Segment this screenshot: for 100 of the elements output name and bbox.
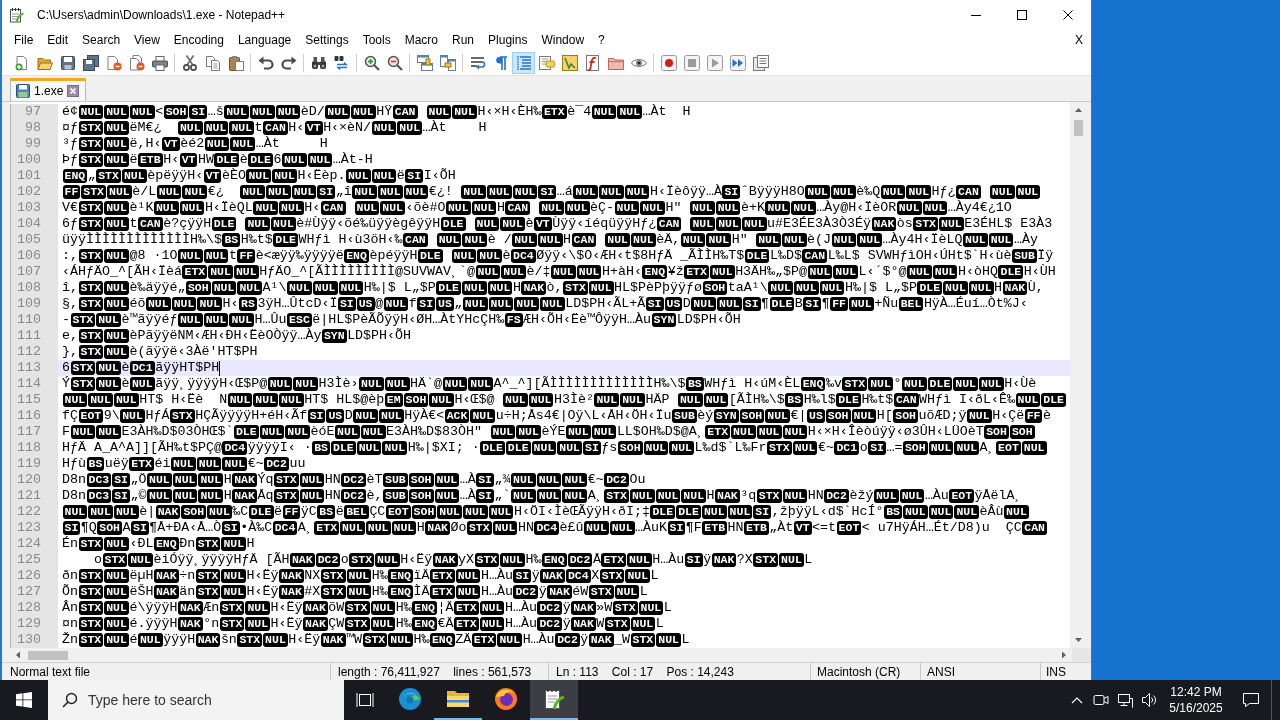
line-text: ÆH‹ÕH‹Ëè™ÔÿÿH…Àu: [523, 312, 652, 328]
control-character: NUL: [591, 105, 617, 119]
control-character: NUL: [968, 281, 994, 295]
close-tab-icon[interactable]: [67, 85, 80, 97]
line-text: ÿ: [580, 632, 589, 648]
line-text: f: [408, 296, 417, 312]
camera-icon[interactable]: [1093, 692, 1109, 708]
control-character: NUL: [403, 185, 429, 199]
control-character: NUL: [902, 505, 928, 519]
control-character: ETX: [429, 585, 455, 599]
status-text: Ln : 113 Col : 17 Pos : 14,243: [556, 664, 734, 679]
line-text: „î: [335, 184, 352, 200]
control-character: EOT: [836, 521, 862, 535]
line-text: HÄ`@: [410, 376, 442, 392]
menu-item[interactable]: Edit: [40, 30, 76, 50]
line-text: …ÀuK: [635, 520, 668, 536]
control-character: NUL: [279, 201, 304, 215]
control-character: NUL: [462, 233, 488, 247]
control-character: STX: [78, 201, 104, 215]
chevron-up-icon[interactable]: [1071, 696, 1083, 704]
control-character: NUL: [979, 377, 1004, 391]
menu-item[interactable]: Run: [445, 30, 482, 50]
scrollbar-thumb[interactable]: [1074, 120, 1083, 136]
menu-item[interactable]: Plugins: [481, 30, 535, 50]
scrollbar-thumb[interactable]: [28, 650, 68, 660]
line-text: ZÄ: [455, 632, 472, 648]
printer-icon: [151, 54, 168, 71]
menu-item[interactable]: Tools: [355, 30, 398, 50]
control-character: STX: [219, 617, 245, 631]
control-character: CAN: [137, 217, 163, 231]
menu-item[interactable]: File: [7, 30, 41, 50]
control-character: NUL: [113, 393, 139, 407]
line-text: è£û: [559, 520, 584, 536]
line-text: uëÿ: [104, 456, 129, 472]
notification-icon[interactable]: [1242, 691, 1260, 709]
line-text: ƒs: [601, 440, 618, 456]
line-text: ÷n: [179, 568, 196, 584]
menu-item[interactable]: View: [127, 30, 167, 50]
control-character: NUL: [461, 281, 487, 295]
menu-item[interactable]: Window: [534, 30, 592, 50]
control-character: NUL: [989, 185, 1015, 199]
search-field[interactable]: Type here to search: [48, 680, 344, 720]
control-character: NUL: [179, 201, 205, 215]
control-character: NUL: [475, 265, 501, 279]
line-text: …Àt H: [422, 120, 487, 136]
speaker-icon[interactable]: [1141, 692, 1157, 708]
control-character: DC2: [537, 617, 563, 631]
line-text: LD$PH‹ÃL+Ã: [565, 296, 646, 312]
control-character: NAK: [715, 489, 740, 503]
control-character: SI: [405, 169, 424, 183]
line-text: HT$ HL$@èþ: [304, 392, 385, 408]
play-icon: [706, 54, 723, 71]
line-text: H‹Ëÿ: [246, 568, 279, 584]
line-text: è+K: [740, 200, 765, 216]
line-text: V€: [62, 200, 78, 216]
clock-date[interactable]: 5/16/2025: [1169, 700, 1223, 716]
menu-item[interactable]: Language: [230, 30, 299, 50]
menu-item[interactable]: Settings: [298, 30, 356, 50]
line-text: ÿ: [538, 584, 547, 600]
menu-item[interactable]: Encoding: [166, 30, 231, 50]
line-text: éW: [572, 584, 589, 600]
control-character: NUL: [765, 201, 791, 215]
control-character: NUL: [953, 377, 979, 391]
control-character: NAK: [571, 601, 596, 615]
line-text: …š: [207, 104, 224, 120]
clipboard-icon: [227, 54, 244, 71]
line-text: èD/: [300, 104, 325, 120]
line-text: ¦Ä: [437, 600, 454, 616]
line-text: H: [563, 232, 572, 248]
menu-item[interactable]: ?: [591, 30, 612, 50]
menu-item[interactable]: Search: [75, 30, 128, 50]
file-tab[interactable]: 1.exe: [10, 78, 87, 101]
close-document-button[interactable]: X: [1071, 30, 1087, 50]
control-character: NUL: [397, 121, 423, 135]
control-character: DLE: [440, 217, 466, 231]
line-text: ÿÿÿH: [163, 632, 196, 648]
line-text: è,: [366, 488, 383, 504]
control-character: SI: [62, 521, 81, 535]
line-text: é.ÿÿÿH: [129, 616, 178, 632]
taskbar-button[interactable]: [530, 680, 578, 720]
menu-item[interactable]: Macro: [397, 30, 445, 50]
control-character: NUL: [557, 441, 582, 455]
clock-time[interactable]: 12:42 PM: [1170, 684, 1222, 700]
control-character: DLE: [998, 265, 1024, 279]
control-character: NUL: [104, 617, 129, 631]
status-text: INS: [1046, 664, 1066, 679]
line-text: è<æÿÿ‰ÿÿÿÿë: [255, 248, 344, 264]
control-character: NUL: [701, 505, 727, 519]
line-number: 128: [10, 600, 58, 616]
line-text: HW: [197, 152, 214, 168]
control-character: STX: [362, 633, 388, 647]
network-icon[interactable]: [1117, 692, 1133, 708]
line-text: éi: [154, 456, 171, 472]
task-view-icon: [356, 692, 374, 708]
control-character: NUL: [511, 473, 536, 487]
line-text: A¸: [297, 520, 314, 536]
line-text: ¥ž: [667, 264, 684, 280]
control-character: NUL: [203, 121, 229, 135]
control-character: NUL: [224, 105, 249, 119]
status-text: Macintosh (CR): [817, 664, 901, 679]
